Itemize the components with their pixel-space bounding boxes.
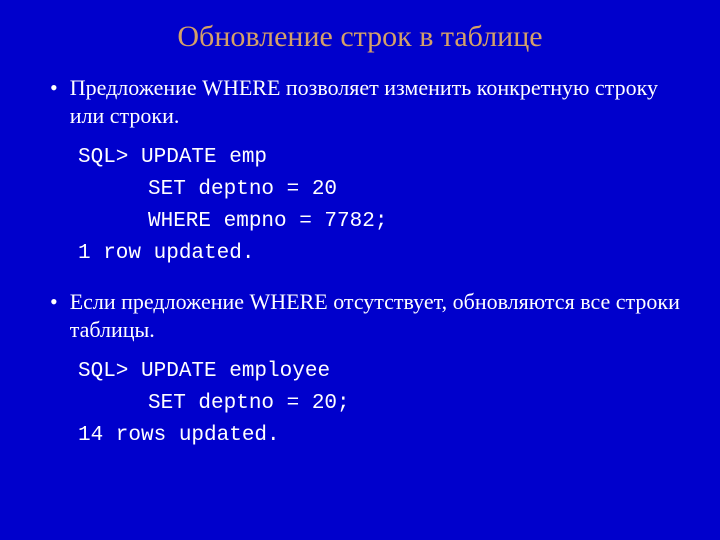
code-line: 14 rows updated. [78, 420, 690, 452]
bullet-item: • Предложение WHERE позволяет изменить к… [50, 74, 690, 130]
bullet-marker-icon: • [50, 288, 58, 316]
code-line: SET deptno = 20; [78, 388, 690, 420]
code-line: SQL> UPDATE employee [78, 356, 690, 388]
slide-title: Обновление строк в таблице [30, 20, 690, 54]
code-line: 1 row updated. [78, 238, 690, 270]
code-block: SQL> UPDATE emp SET deptno = 20 WHERE em… [78, 142, 690, 270]
bullet-text: Предложение WHERE позволяет изменить кон… [70, 74, 690, 130]
bullet-marker-icon: • [50, 74, 58, 102]
slide-container: Обновление строк в таблице • Предложение… [0, 0, 720, 490]
code-line: SET deptno = 20 [78, 174, 690, 206]
bullet-item: • Если предложение WHERE отсутствует, об… [50, 288, 690, 344]
code-line: WHERE empno = 7782; [78, 206, 690, 238]
slide-content: • Предложение WHERE позволяет изменить к… [30, 74, 690, 452]
bullet-text: Если предложение WHERE отсутствует, обно… [70, 288, 690, 344]
code-block: SQL> UPDATE employee SET deptno = 20; 14… [78, 356, 690, 452]
code-line: SQL> UPDATE emp [78, 142, 690, 174]
